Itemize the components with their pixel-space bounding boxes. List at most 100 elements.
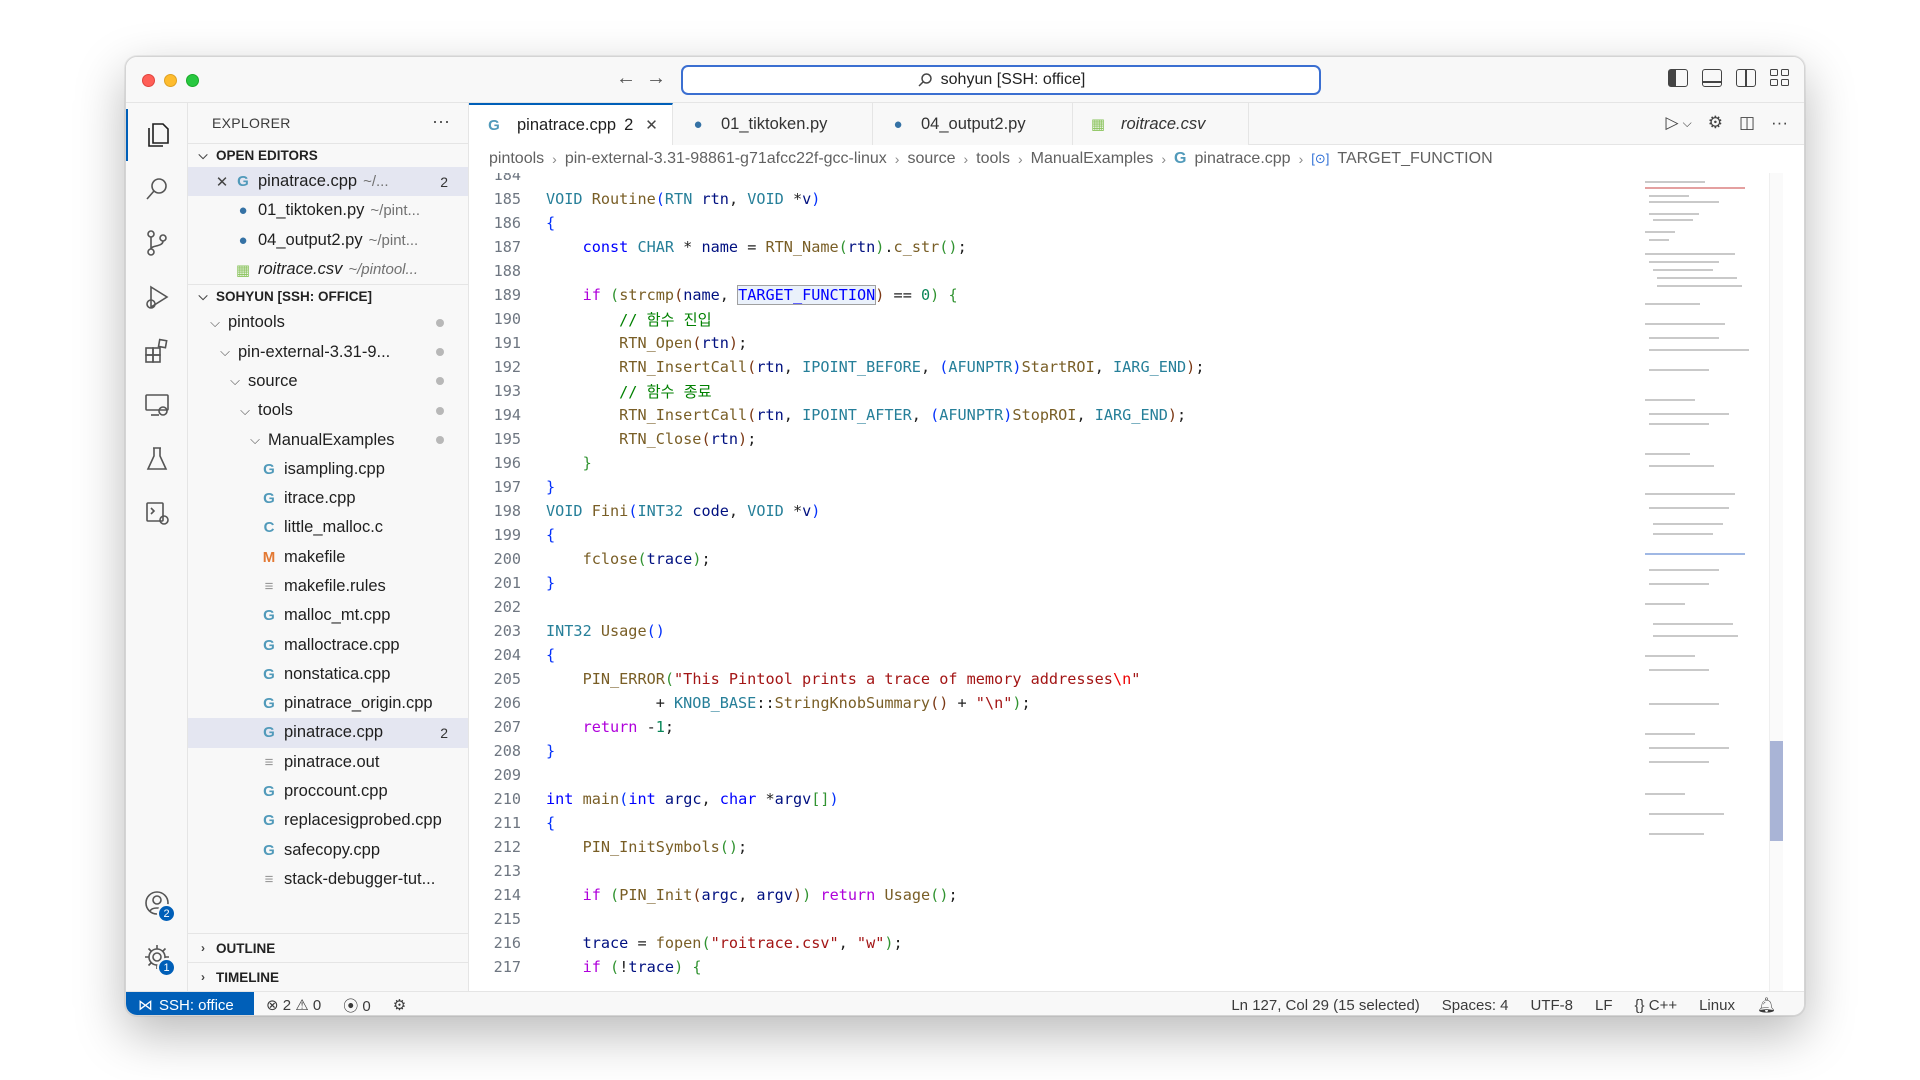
file-item[interactable]: ≡ pinatrace.out <box>188 748 468 777</box>
chevron-right-icon: › <box>1298 151 1304 167</box>
toggle-secondary-sidebar-icon[interactable] <box>1736 69 1756 87</box>
file-item[interactable]: Gsafecopy.cpp <box>188 836 468 865</box>
source-control-icon[interactable] <box>126 217 188 269</box>
line-number: 208 <box>493 742 521 760</box>
line-number: 210 <box>493 790 521 808</box>
folder-item[interactable]: ⌵ source <box>188 367 468 396</box>
breadcrumb-item[interactable]: ManualExamples <box>1031 150 1154 168</box>
problems-status[interactable]: ⊗ 2 ⚠ 0 <box>266 996 321 1014</box>
more-actions-icon[interactable]: ··· <box>1771 113 1788 133</box>
encoding[interactable]: UTF-8 <box>1531 997 1574 1014</box>
language-mode[interactable]: {} C++ <box>1635 997 1678 1014</box>
search-icon <box>918 73 932 87</box>
command-center-search[interactable]: sohyun [SSH: office] <box>681 65 1321 95</box>
close-icon[interactable]: ✕ <box>645 116 658 134</box>
code-editor[interactable]: 184 185 VOID Routine(RTN rtn, VOID *v) 18… <box>469 173 1639 991</box>
file-item[interactable]: Clittle_malloc.c <box>188 513 468 542</box>
workspace-header[interactable]: ⌵ SOHYUN [SSH: OFFICE] <box>188 284 468 308</box>
timeline-header[interactable]: › TIMELINE <box>188 962 468 991</box>
breadcrumb-item[interactable]: pinatrace.cpp <box>1195 150 1291 168</box>
remote-explorer-icon[interactable] <box>126 379 188 431</box>
open-editors-header[interactable]: ⌵ OPEN EDITORS <box>188 143 468 167</box>
explorer-icon[interactable] <box>126 109 188 161</box>
explorer-more-actions[interactable]: ··· <box>432 111 450 132</box>
open-editor-item[interactable]: ● 04_output2.py ~/pint... <box>188 226 468 255</box>
tab-pinatrace-cpp[interactable]: G pinatrace.cpp 2 ✕ <box>469 103 673 145</box>
bell-icon[interactable]: 🔔︎ <box>1757 996 1776 1014</box>
containers-icon[interactable] <box>126 487 188 539</box>
maximize-window-button[interactable] <box>186 74 199 87</box>
file-item[interactable]: Gpinatrace_origin.cpp <box>188 689 468 718</box>
debug-icon[interactable]: ⚙ <box>393 996 406 1014</box>
file-item[interactable]: Gproccount.cpp <box>188 777 468 806</box>
line-number: 185 <box>493 190 521 208</box>
file-item[interactable]: Mmakefile <box>188 543 468 572</box>
open-editor-item[interactable]: ● 01_tiktoken.py ~/pint... <box>188 196 468 225</box>
minimize-window-button[interactable] <box>164 74 177 87</box>
outline-header[interactable]: › OUTLINE <box>188 933 468 962</box>
file-item[interactable]: ≡ stack-debugger-tut... <box>188 865 468 894</box>
manage-gear-icon[interactable]: 1 <box>126 931 188 983</box>
line-number: 204 <box>493 646 521 664</box>
breadcrumb-item[interactable]: tools <box>976 150 1010 168</box>
file-item[interactable]: Greplacesigprobed.cpp <box>188 806 468 835</box>
minimap[interactable] <box>1639 173 1769 991</box>
folder-item[interactable]: ⌵ pin-external-3.31-9... <box>188 337 468 366</box>
modified-dot <box>436 377 444 386</box>
cursor-position[interactable]: Ln 127, Col 29 (15 selected) <box>1231 997 1419 1014</box>
line-number: 192 <box>493 358 521 376</box>
breadcrumb-item[interactable]: source <box>907 150 955 168</box>
end-of-line[interactable]: LF <box>1595 997 1613 1014</box>
folder-item[interactable]: ⌵ pintools <box>188 308 468 337</box>
open-editor-item[interactable]: ✕ G pinatrace.cpp ~/... 2 <box>188 167 468 197</box>
file-item[interactable]: ≡ makefile.rules <box>188 572 468 601</box>
customize-layout-icon[interactable] <box>1770 69 1790 87</box>
line-number: 187 <box>493 238 521 256</box>
toggle-panel-icon[interactable] <box>1702 69 1722 87</box>
explorer-title: EXPLORER <box>212 115 291 131</box>
modified-dot <box>436 348 444 357</box>
line-number: 211 <box>493 814 521 832</box>
chevron-down-icon: ⌵ <box>230 373 240 389</box>
chevron-down-icon[interactable]: ⌵ <box>1683 116 1692 131</box>
breadcrumb-item[interactable]: TARGET_FUNCTION <box>1337 150 1492 168</box>
testing-icon[interactable] <box>126 433 188 485</box>
folder-item[interactable]: ⌵ ManualExamples <box>188 425 468 454</box>
file-item[interactable]: Gmalloc_mt.cpp <box>188 601 468 630</box>
code-line: PIN_InitSymbols(); <box>582 838 748 856</box>
scrollbar-thumb[interactable] <box>1770 741 1783 841</box>
breadcrumb-item[interactable]: pintools <box>489 150 544 168</box>
toggle-primary-sidebar-icon[interactable] <box>1668 69 1688 87</box>
chevron-down-icon: ⌵ <box>240 402 250 418</box>
tab-01-tiktoken-py[interactable]: ● 01_tiktoken.py <box>673 103 873 145</box>
open-editor-item[interactable]: ▦ roitrace.csv ~/pintool... <box>188 255 468 284</box>
back-arrow-icon[interactable]: ← <box>614 67 638 90</box>
tab-roitrace-csv[interactable]: ▦ roitrace.csv <box>1073 103 1249 145</box>
run-icon[interactable]: ▷ <box>1666 113 1679 133</box>
extensions-icon[interactable] <box>126 325 188 377</box>
run-debug-icon[interactable] <box>126 271 188 323</box>
split-editor-icon[interactable]: ◫ <box>1739 113 1755 133</box>
file-item[interactable]: Gnonstatica.cpp <box>188 660 468 689</box>
file-item[interactable]: Gmalloctrace.cpp <box>188 630 468 659</box>
search-icon[interactable] <box>126 163 188 215</box>
file-item[interactable]: Gitrace.cpp <box>188 484 468 513</box>
file-item[interactable]: Gpinatrace.cpp 2 <box>188 718 468 748</box>
accounts-icon[interactable]: 2 <box>126 877 188 929</box>
file-item[interactable]: Gisampling.cpp <box>188 455 468 484</box>
python-icon: ● <box>693 115 703 133</box>
gear-icon[interactable]: ⚙ <box>1708 113 1723 133</box>
close-icon[interactable]: ✕ <box>212 173 232 191</box>
close-window-button[interactable] <box>142 74 155 87</box>
chevron-down-icon: ⌵ <box>250 432 260 448</box>
breadcrumb-item[interactable]: pin-external-3.31-98861-g71afcc22f-gcc-l… <box>565 150 887 168</box>
cpp-icon: G <box>263 695 275 713</box>
folder-item[interactable]: ⌵ tools <box>188 396 468 425</box>
remote-indicator[interactable]: ⋈ SSH: office <box>126 992 254 1015</box>
indentation[interactable]: Spaces: 4 <box>1442 997 1509 1014</box>
platform[interactable]: Linux <box>1699 997 1735 1014</box>
tab-04-output2-py[interactable]: ● 04_output2.py <box>873 103 1073 145</box>
editor-scrollbar[interactable] <box>1769 173 1783 991</box>
forward-arrow-icon[interactable]: → <box>644 67 668 90</box>
ports-status[interactable]: ⦿ 0 <box>343 995 371 1016</box>
